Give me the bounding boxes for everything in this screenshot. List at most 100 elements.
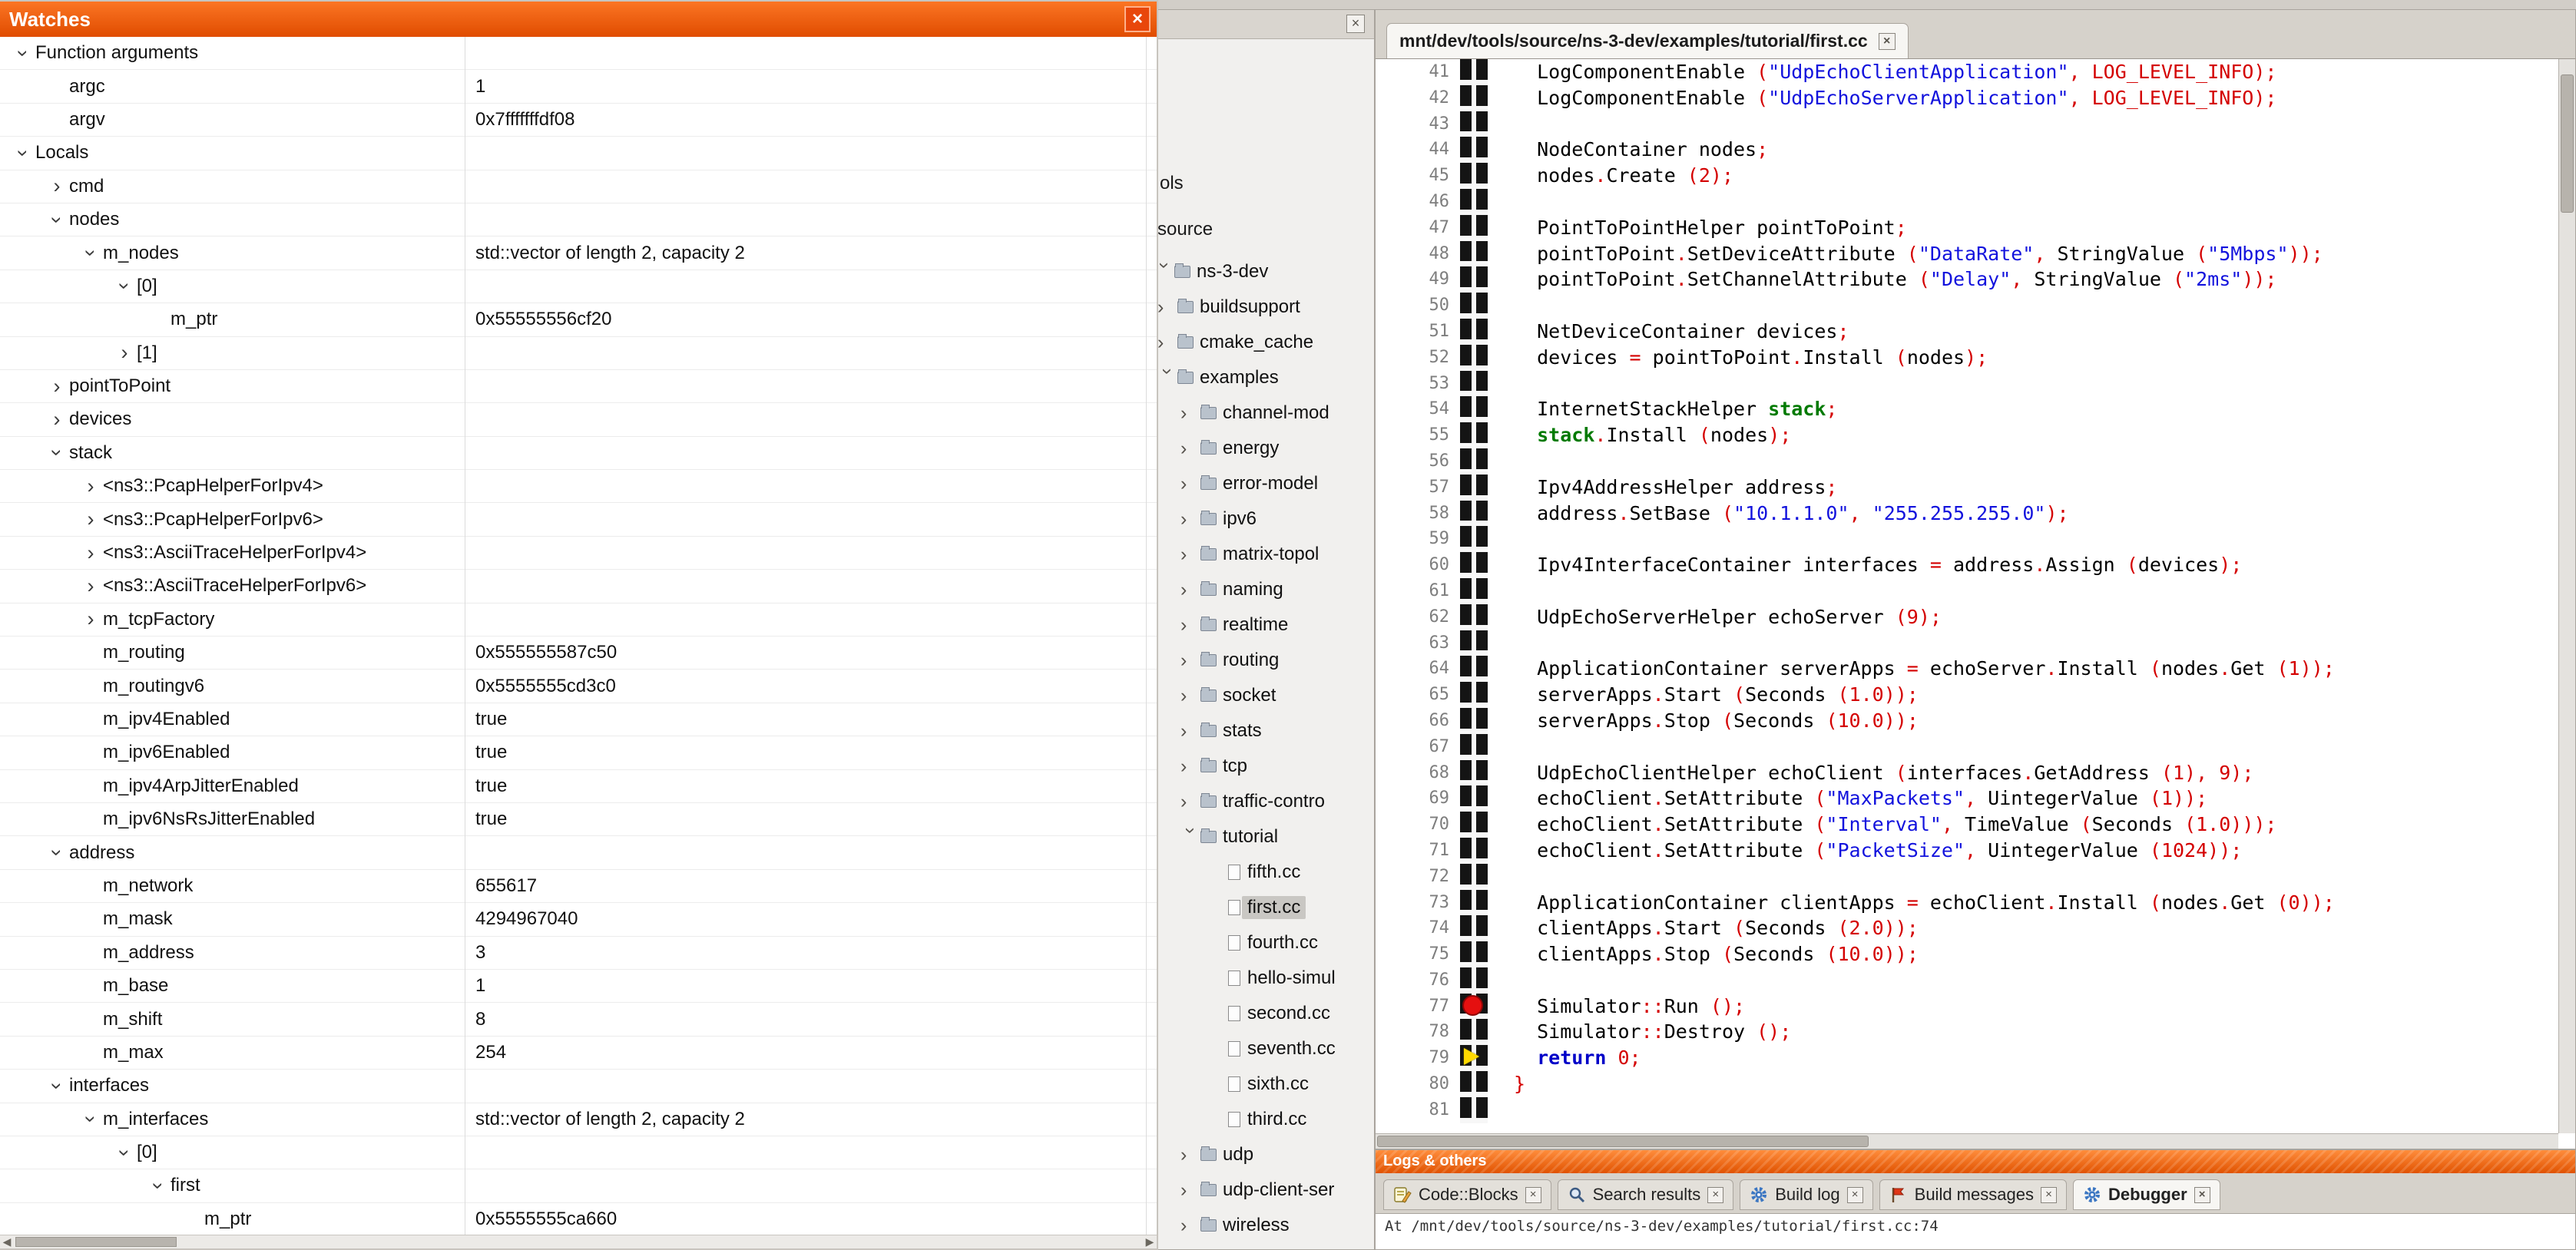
chevron-down-icon[interactable]: › [79, 241, 103, 266]
management-tab-fragment[interactable]: ols [1160, 173, 1184, 194]
code-line[interactable]: 58 address.SetBase ("10.1.1.0", "255.255… [1376, 501, 2558, 527]
code-line[interactable]: 81 [1376, 1097, 2558, 1123]
watch-row[interactable]: ›stack [0, 437, 1157, 470]
breakpoint-margin[interactable] [1460, 526, 1488, 552]
breakpoint-margin[interactable] [1460, 838, 1488, 864]
code-line[interactable]: 48 pointToPoint.SetDeviceAttribute ("Dat… [1376, 241, 2558, 267]
watch-row[interactable]: ›<ns3::PcapHelperForIpv6> [0, 503, 1157, 536]
chevron-right-icon[interactable]: › [1180, 438, 1200, 460]
chevron-right-icon[interactable]: › [78, 541, 103, 565]
chevron-right-icon[interactable]: › [1180, 650, 1200, 672]
breakpoint-margin[interactable] [1460, 656, 1488, 682]
watch-row[interactable]: ›Function arguments [0, 37, 1157, 70]
code-line[interactable]: 53 [1376, 371, 2558, 397]
code-line[interactable]: 71 echoClient.SetAttribute ("PacketSize"… [1376, 838, 2558, 864]
watches-titlebar[interactable]: Watches × [0, 2, 1157, 37]
scroll-left-arrow-icon[interactable]: ◀ [0, 1236, 14, 1248]
breakpoint-margin[interactable] [1460, 864, 1488, 890]
watch-row[interactable]: ›m_interfacesstd::vector of length 2, ca… [0, 1103, 1157, 1136]
code-line[interactable]: 45 nodes.Create (2); [1376, 163, 2558, 189]
watch-row[interactable]: ›cmd [0, 170, 1157, 203]
code-line[interactable]: 74 clientApps.Start (Seconds (2.0)); [1376, 915, 2558, 941]
code-line[interactable]: 65 serverApps.Start (Seconds (1.0)); [1376, 682, 2558, 708]
watch-row[interactable]: m_ipv6Enabledtrue [0, 736, 1157, 769]
watch-row[interactable]: ›<ns3::AsciiTraceHelperForIpv6> [0, 570, 1157, 603]
code-line[interactable]: 63 [1376, 630, 2558, 656]
code-line[interactable]: 57 Ipv4AddressHelper address; [1376, 475, 2558, 501]
code-line[interactable]: 54 InternetStackHelper stack; [1376, 396, 2558, 422]
breakpoint-margin[interactable] [1460, 708, 1488, 734]
chevron-right-icon[interactable]: › [112, 341, 137, 365]
code-line[interactable]: 72 [1376, 864, 2558, 890]
close-icon[interactable]: × [2194, 1187, 2210, 1203]
breakpoint-margin[interactable] [1460, 345, 1488, 371]
watch-row[interactable]: m_ipv4ArpJitterEnabledtrue [0, 770, 1157, 803]
breakpoint-margin[interactable] [1460, 111, 1488, 137]
watch-row[interactable]: ›first [0, 1169, 1157, 1202]
breakpoint-margin[interactable] [1460, 293, 1488, 319]
watch-row[interactable]: ›[0] [0, 1136, 1157, 1169]
chevron-down-icon[interactable]: › [45, 441, 69, 465]
chevron-down-icon[interactable]: › [45, 207, 69, 232]
chevron-down-icon[interactable]: › [113, 1140, 137, 1165]
watch-row[interactable]: m_routingv60x5555555cd3c0 [0, 670, 1157, 703]
breakpoint-margin[interactable] [1460, 941, 1488, 967]
chevron-right-icon[interactable]: › [1180, 1215, 1200, 1237]
chevron-down-icon[interactable]: › [12, 41, 35, 65]
code-line[interactable]: 59 [1376, 526, 2558, 552]
close-icon[interactable]: × [2041, 1187, 2057, 1203]
code-line[interactable]: 47 PointToPointHelper pointToPoint; [1376, 215, 2558, 241]
breakpoint-margin[interactable] [1460, 1097, 1488, 1123]
breakpoint-margin[interactable] [1460, 163, 1488, 189]
code-line[interactable]: 42 LogComponentEnable ("UdpEchoServerApp… [1376, 85, 2558, 111]
code-line[interactable]: 67 [1376, 734, 2558, 760]
breakpoint-margin[interactable] [1460, 1019, 1488, 1045]
code-line[interactable]: 56 [1376, 448, 2558, 475]
breakpoint-margin[interactable] [1460, 604, 1488, 630]
breakpoint-margin[interactable] [1460, 475, 1488, 501]
breakpoint-margin[interactable] [1460, 371, 1488, 397]
watch-row[interactable]: ›[0] [0, 270, 1157, 303]
breakpoint-margin[interactable] [1460, 266, 1488, 293]
chevron-right-icon[interactable]: › [1180, 685, 1200, 707]
breakpoint-margin[interactable] [1460, 552, 1488, 578]
watch-row[interactable]: ›address [0, 836, 1157, 869]
breakpoint-margin[interactable] [1460, 137, 1488, 163]
code-line[interactable]: 80} [1376, 1071, 2558, 1097]
breakpoint-margin[interactable] [1460, 578, 1488, 604]
breakpoint-margin[interactable] [1460, 812, 1488, 838]
watch-row[interactable]: ›m_nodesstd::vector of length 2, capacit… [0, 236, 1157, 270]
chevron-right-icon[interactable]: › [78, 574, 103, 598]
breakpoint-margin[interactable] [1460, 215, 1488, 241]
close-icon[interactable]: × [1847, 1187, 1863, 1203]
code-line[interactable]: 44 NodeContainer nodes; [1376, 137, 2558, 163]
chevron-right-icon[interactable]: › [1180, 473, 1200, 495]
watch-row[interactable]: ›m_tcpFactory [0, 604, 1157, 637]
chevron-down-icon[interactable]: › [1180, 827, 1202, 847]
chevron-right-icon[interactable]: › [45, 174, 69, 198]
code-line[interactable]: 43 [1376, 111, 2558, 137]
code-line[interactable]: 49 pointToPoint.SetChannelAttribute ("De… [1376, 266, 2558, 293]
breakpoint-margin[interactable] [1460, 734, 1488, 760]
code-line[interactable]: 41 LogComponentEnable ("UdpEchoClientApp… [1376, 59, 2558, 85]
watch-row[interactable]: m_address3 [0, 937, 1157, 970]
scrollbar-thumb[interactable] [15, 1237, 177, 1247]
watch-row[interactable]: m_shift8 [0, 1003, 1157, 1036]
chevron-right-icon[interactable]: › [1180, 579, 1200, 601]
chevron-right-icon[interactable]: › [1180, 720, 1200, 742]
close-icon[interactable]: × [1879, 33, 1896, 50]
breakpoint-margin[interactable] [1460, 994, 1488, 1020]
code-line[interactable]: 69 echoClient.SetAttribute ("MaxPackets"… [1376, 785, 2558, 812]
code-line[interactable]: 61 [1376, 578, 2558, 604]
editor-vertical-scrollbar[interactable] [2558, 59, 2575, 1133]
logs-tab-build-log[interactable]: Build log× [1740, 1179, 1872, 1210]
chevron-right-icon[interactable]: › [45, 375, 69, 398]
scroll-right-arrow-icon[interactable]: ▶ [1143, 1236, 1157, 1248]
watch-row[interactable]: m_mask4294967040 [0, 903, 1157, 936]
breakpoint-icon[interactable] [1462, 995, 1483, 1016]
close-icon[interactable]: × [1124, 6, 1151, 32]
tree-root-source[interactable]: source [1157, 219, 1213, 240]
watch-row[interactable]: ›[1] [0, 337, 1157, 370]
chevron-right-icon[interactable]: › [45, 408, 69, 432]
logs-tab-search-results[interactable]: Search results× [1558, 1179, 1734, 1210]
